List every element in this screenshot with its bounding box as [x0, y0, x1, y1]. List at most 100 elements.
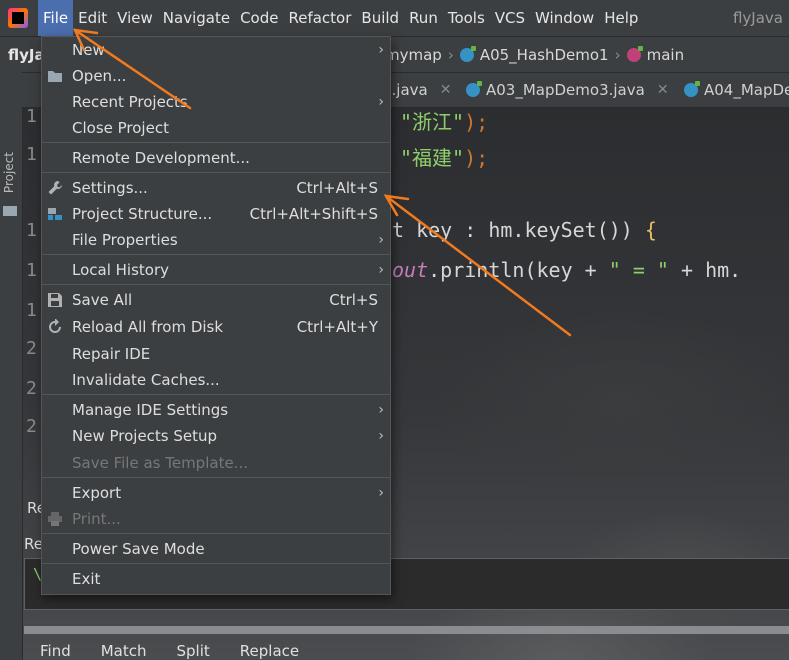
menu-item-reload-all[interactable]: Reload All from Disk Ctrl+Alt+Y: [42, 314, 390, 340]
code-line: out.println(key + " = " + hm.: [392, 258, 741, 282]
menu-item-manage-ide-settings[interactable]: Manage IDE Settings ›: [42, 397, 390, 423]
menu-file[interactable]: File: [38, 0, 74, 36]
breadcrumb-method[interactable]: main: [647, 46, 684, 64]
tab-a04-mapdemo[interactable]: A04_MapDe: [684, 73, 789, 107]
window-title: flyJava: [732, 9, 783, 27]
close-icon[interactable]: ✕: [440, 73, 452, 107]
menu-view[interactable]: View: [112, 0, 158, 36]
menu-item-new-projects-setup[interactable]: New Projects Setup ›: [42, 423, 390, 449]
replace-label: Re: [24, 535, 43, 553]
tab-label: A03_MapDemo3.java: [486, 81, 645, 99]
intellij-logo-icon: [8, 8, 28, 28]
string-literal: " = ": [608, 258, 669, 282]
menu-bar: File Edit View Navigate Code Refactor Bu…: [0, 0, 789, 36]
method-icon: [626, 46, 643, 62]
class-icon: [459, 46, 476, 62]
tab-file-2[interactable]: 2.java ✕: [382, 73, 451, 107]
class-icon: [466, 81, 482, 97]
breadcrumb-package[interactable]: mymap: [385, 46, 442, 64]
shortcut-label: Ctrl+Alt+Shift+S: [249, 205, 378, 223]
menu-window[interactable]: Window: [530, 0, 599, 36]
menu-item-exit[interactable]: Exit: [42, 566, 390, 592]
code-token: );: [464, 146, 489, 170]
project-tool-window-button[interactable]: Project: [2, 152, 16, 193]
breadcrumb: mymap › A05_HashDemo1 › main: [385, 46, 684, 64]
class-icon: [684, 81, 700, 97]
shortcut-label: Ctrl+Alt+S: [296, 179, 378, 197]
menu-item-print: Print...: [42, 506, 390, 532]
menu-vcs[interactable]: VCS: [490, 0, 530, 36]
project-name[interactable]: flyJa: [8, 46, 45, 64]
line-number: 1: [26, 300, 37, 321]
tab-label: A04_MapDe: [704, 81, 789, 99]
panel-splitter[interactable]: [24, 626, 789, 634]
folder-icon: [3, 206, 17, 216]
chevron-right-icon: ›: [378, 42, 384, 58]
chevron-right-icon: ›: [378, 428, 384, 444]
shortcut-label: Ctrl+S: [329, 291, 378, 309]
menu-item-settings[interactable]: Settings... Ctrl+Alt+S: [42, 175, 390, 201]
menu-item-invalidate-caches[interactable]: Invalidate Caches...: [42, 367, 390, 393]
menu-divider: [42, 284, 390, 285]
replace-button[interactable]: Replace: [240, 642, 299, 660]
menu-build[interactable]: Build: [356, 0, 404, 36]
code-token: + hm.: [668, 258, 742, 282]
left-tool-stripe: Project: [0, 72, 23, 660]
print-icon: [48, 512, 62, 526]
folder-icon: [48, 71, 62, 82]
file-menu-dropdown: New › Open... Recent Projects › Close Pr…: [41, 36, 391, 595]
menu-item-close-project[interactable]: Close Project: [42, 115, 390, 141]
line-number: 1: [26, 144, 37, 165]
code-line: "福建");: [400, 142, 488, 171]
shortcut-label: Ctrl+Alt+Y: [296, 318, 378, 336]
code-token: {: [644, 218, 657, 242]
menu-refactor[interactable]: Refactor: [283, 0, 356, 36]
code-token: t key : hm.keySet()): [392, 218, 645, 242]
menu-divider: [42, 563, 390, 564]
menu-divider: [42, 142, 390, 143]
line-number: 2: [26, 378, 37, 399]
find-button[interactable]: Find: [40, 642, 71, 660]
code-token: );: [464, 110, 489, 134]
match-button[interactable]: Match: [101, 642, 147, 660]
menu-item-open[interactable]: Open...: [42, 63, 390, 89]
chevron-right-icon: ›: [378, 402, 384, 418]
menu-divider: [42, 394, 390, 395]
split-button[interactable]: Split: [177, 642, 210, 660]
menu-divider: [42, 477, 390, 478]
menu-item-new[interactable]: New ›: [42, 37, 390, 63]
menu-navigate[interactable]: Navigate: [158, 0, 235, 36]
menu-item-project-structure[interactable]: Project Structure... Ctrl+Alt+Shift+S: [42, 201, 390, 227]
string-literal: "浙江": [400, 110, 465, 134]
menu-item-save-file-as-template: Save File as Template...: [72, 454, 248, 472]
menu-edit[interactable]: Edit: [73, 0, 112, 36]
menu-run[interactable]: Run: [404, 0, 443, 36]
code-token: .println(key +: [428, 258, 609, 282]
menu-item-power-save-mode[interactable]: Power Save Mode: [42, 536, 390, 562]
menu-item-remote-development[interactable]: Remote Development...: [42, 145, 390, 171]
menu-item-repair-ide[interactable]: Repair IDE: [42, 341, 390, 367]
line-number: 2: [26, 338, 37, 359]
line-number: 2: [26, 416, 37, 437]
menu-item-recent-projects[interactable]: Recent Projects ›: [42, 89, 390, 115]
chevron-right-icon: ›: [378, 485, 384, 501]
close-icon[interactable]: ✕: [657, 73, 669, 107]
wrench-icon: [48, 181, 62, 195]
menu-item-export[interactable]: Export ›: [42, 480, 390, 506]
menu-help[interactable]: Help: [599, 0, 643, 36]
menu-item-local-history[interactable]: Local History ›: [42, 257, 390, 283]
line-number: 1: [26, 220, 37, 241]
menu-tools[interactable]: Tools: [443, 0, 490, 36]
tab-a03-mapdemo3[interactable]: A03_MapDemo3.java ✕: [466, 73, 669, 107]
code-line: t key : hm.keySet()) {: [392, 218, 657, 242]
find-toolbar: Find Match Split Replace: [40, 642, 299, 660]
menu-code[interactable]: Code: [235, 0, 283, 36]
menu-item-save-all[interactable]: Save All Ctrl+S: [42, 287, 390, 313]
chevron-right-icon: ›: [378, 262, 384, 278]
chevron-right-icon: ›: [378, 94, 384, 110]
save-icon: [48, 293, 62, 307]
chevron-right-icon: ›: [614, 46, 621, 64]
menu-item-file-properties[interactable]: File Properties ›: [42, 227, 390, 253]
breadcrumb-class[interactable]: A05_HashDemo1: [480, 46, 609, 64]
menu-divider: [42, 254, 390, 255]
